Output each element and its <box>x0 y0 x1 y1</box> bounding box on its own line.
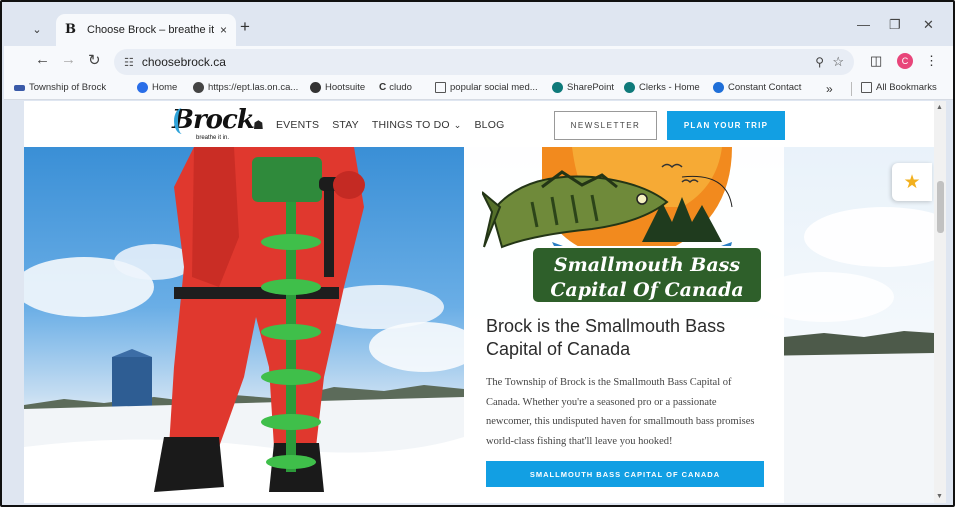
bass-capital-badge: Smallmouth Bass Capital Of Canada <box>482 147 763 304</box>
toolbar: ← → ↻ ☷ choosebrock.ca ⚲ ☆ ◫ C ⋮ <box>4 46 953 78</box>
scroll-down-icon[interactable]: ▼ <box>936 493 943 500</box>
constant-contact-icon <box>713 82 724 93</box>
page-viewport: Brock breathe it in. ☗ EVENTS STAY THING… <box>24 101 934 503</box>
bookmark-constant-contact[interactable]: Constant Contact <box>713 82 801 93</box>
main-nav: ☗ EVENTS STAY THINGS TO DO ⌄ BLOG <box>253 118 517 132</box>
bookmark-label: Hootsuite <box>325 82 366 93</box>
sharepoint-icon <box>552 82 563 93</box>
bookmark-label: https://ept.las.on.ca... <box>208 82 299 93</box>
forward-arrow-icon[interactable]: → <box>61 51 76 68</box>
zoom-icon[interactable]: ⚲ <box>815 55 824 69</box>
close-tab-icon[interactable]: × <box>220 23 227 37</box>
favorites-star-icon[interactable]: ★ <box>892 163 932 201</box>
logo-tagline: breathe it in. <box>196 135 230 141</box>
bookmarks-divider <box>851 82 852 96</box>
nav-blog[interactable]: BLOG <box>474 119 504 131</box>
nav-events[interactable]: EVENTS <box>276 119 319 131</box>
newsletter-button[interactable]: NEWSLETTER <box>554 111 657 140</box>
hero-section: Smallmouth Bass Capital Of Canada Brock … <box>24 147 934 503</box>
bookmark-label: popular social med... <box>450 82 538 93</box>
bookmark-home[interactable]: Home <box>137 82 177 93</box>
tab-search-menu-button[interactable]: ⌄ <box>23 16 51 42</box>
bookmark-clerks-home[interactable]: Clerks - Home <box>624 82 700 93</box>
url-text: choosebrock.ca <box>141 55 226 69</box>
minimize-icon[interactable]: — <box>857 17 870 32</box>
owl-icon <box>310 82 321 93</box>
sharepoint-icon <box>624 82 635 93</box>
bookmark-cludo[interactable]: C cludo <box>379 82 412 93</box>
scroll-up-icon[interactable]: ▲ <box>936 104 943 111</box>
site-header: Brock breathe it in. ☗ EVENTS STAY THING… <box>24 101 934 147</box>
smallmouth-bass-cta-button[interactable]: SMALLMOUTH BASS CAPITAL OF CANADA <box>486 461 764 487</box>
browser-window: ⌄ B Choose Brock – breathe it in × + — ❐… <box>0 0 955 507</box>
bookmark-label: Township of Brock <box>29 82 107 93</box>
bookmark-label: Home <box>152 82 178 93</box>
brock-favicon-icon: B <box>65 22 76 37</box>
tab-strip: ⌄ B Choose Brock – breathe it in × + — ❐… <box>4 4 953 46</box>
restore-icon[interactable]: ❐ <box>889 17 901 33</box>
page-scrollbar[interactable]: ▲ ▼ <box>934 101 946 503</box>
hero-headline: Brock is the Smallmouth Bass Capital of … <box>486 316 726 359</box>
cludo-icon: C <box>379 82 387 93</box>
ice-fishing-photo <box>24 147 464 503</box>
profile-avatar[interactable]: C <box>897 53 913 69</box>
new-tab-button[interactable]: + <box>240 17 250 37</box>
reload-icon[interactable]: ↻ <box>88 51 101 69</box>
home-icon[interactable]: ☗ <box>253 118 264 132</box>
more-menu-icon[interactable]: ⋮ <box>925 53 938 69</box>
bookmark-hootsuite[interactable]: Hootsuite <box>310 82 365 93</box>
bookmark-label: Constant Contact <box>728 82 802 93</box>
nav-stay[interactable]: STAY <box>332 119 359 131</box>
bookmark-township-of-brock[interactable]: Township of Brock <box>14 82 106 93</box>
site-info-icon[interactable]: ☷ <box>124 56 134 69</box>
badge-line1: Smallmouth Bass <box>554 254 740 276</box>
more-bookmarks-chevron-icon[interactable]: » <box>826 82 833 96</box>
nav-things-to-do-label: THINGS TO DO <box>371 119 450 131</box>
bookmark-label: All Bookmarks <box>876 82 937 93</box>
scroll-thumb[interactable] <box>937 181 944 233</box>
township-icon <box>14 84 25 91</box>
address-bar[interactable]: ☷ choosebrock.ca ⚲ ☆ <box>114 49 854 75</box>
bookmark-popular-social[interactable]: popular social med... <box>435 82 538 93</box>
bookmark-label: cludo <box>389 82 412 93</box>
logo-swoosh <box>174 108 190 134</box>
folder-icon <box>435 82 446 93</box>
bookmark-label: Clerks - Home <box>639 82 700 93</box>
all-bookmarks[interactable]: All Bookmarks <box>861 82 937 93</box>
chevron-down-icon: ⌄ <box>32 23 42 36</box>
tab-title: Choose Brock – breathe it in <box>87 24 214 36</box>
bookmarks-bar: Township of Brock Home https://ept.las.o… <box>4 78 953 100</box>
bookmark-star-icon[interactable]: ☆ <box>832 54 844 70</box>
nav-things-to-do[interactable]: THINGS TO DO ⌄ <box>372 119 462 131</box>
hero-body: The Township of Brock is the Smallmouth … <box>486 377 755 447</box>
back-arrow-icon[interactable]: ← <box>35 51 50 68</box>
chevron-down-icon: ⌄ <box>453 120 462 130</box>
tab-choose-brock[interactable]: B Choose Brock – breathe it in × <box>56 14 236 46</box>
home-globe-icon <box>137 82 148 93</box>
bookmark-ept-las[interactable]: https://ept.las.on.ca... <box>193 82 298 93</box>
bookmark-sharepoint[interactable]: SharePoint <box>552 82 614 93</box>
ice-fishing-illustration <box>24 147 464 503</box>
globe-icon <box>193 82 204 93</box>
brock-logo[interactable]: Brock breathe it in. <box>172 105 255 143</box>
plan-your-trip-button[interactable]: PLAN YOUR TRIP <box>667 111 785 140</box>
bookmark-label: SharePoint <box>567 82 615 93</box>
close-window-icon[interactable]: ✕ <box>923 17 934 33</box>
side-panel-icon[interactable]: ◫ <box>870 53 882 69</box>
badge-line2: Capital Of Canada <box>550 279 743 301</box>
folder-icon <box>861 82 872 93</box>
